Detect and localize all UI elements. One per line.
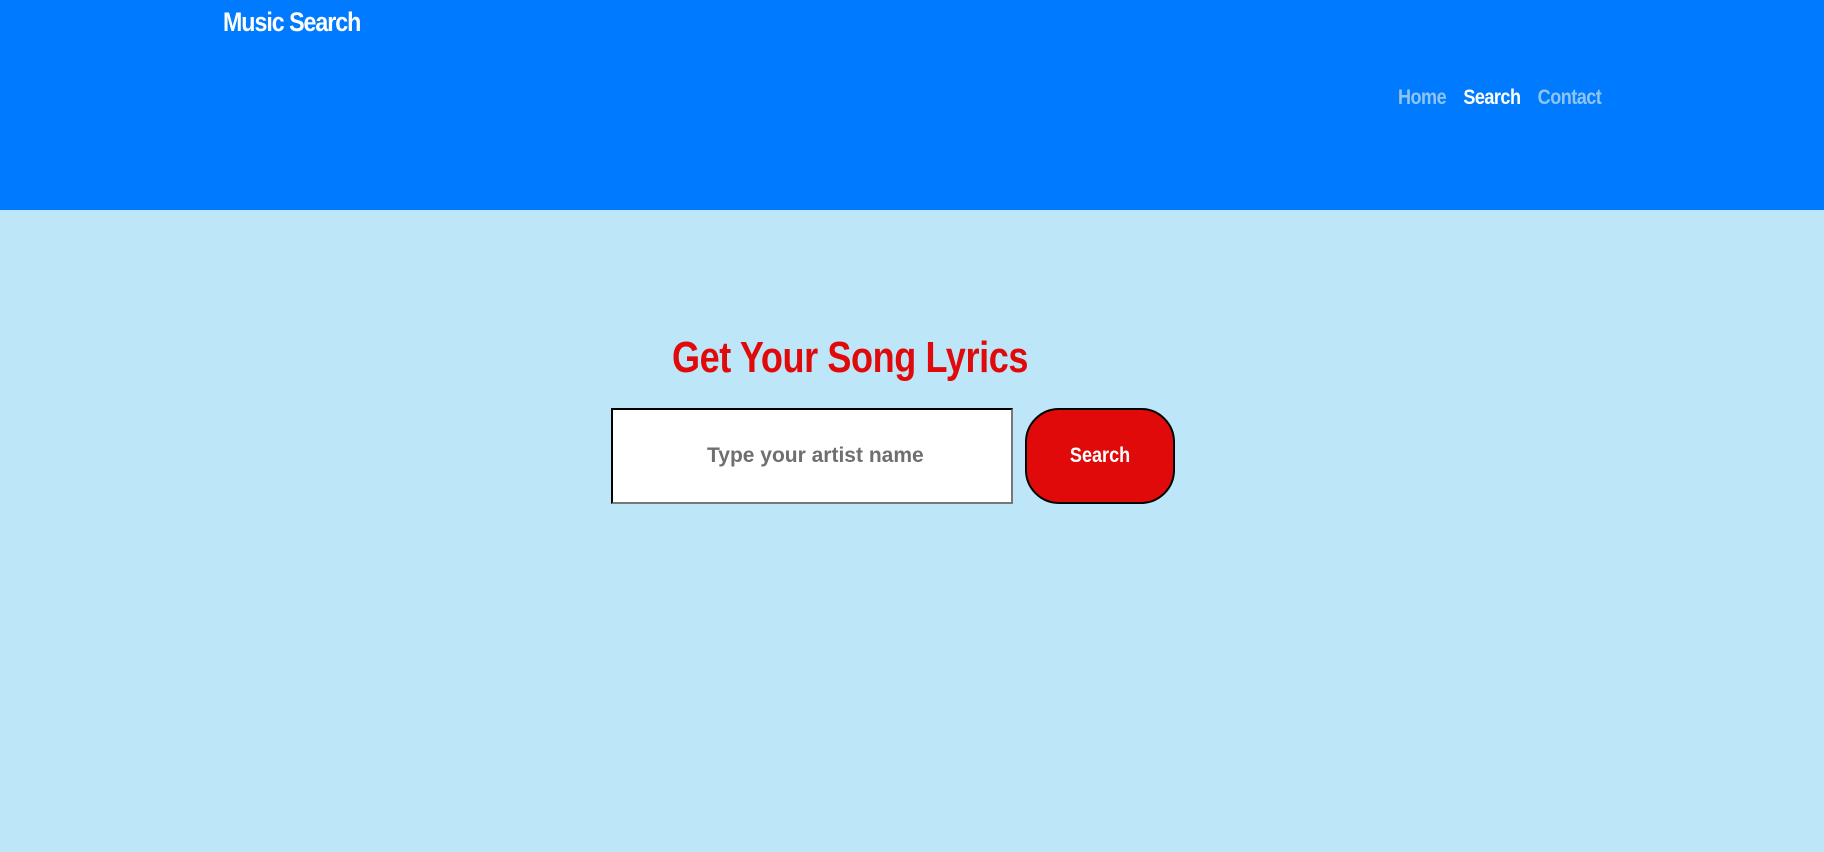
page-title: Get Your Song Lyrics xyxy=(672,333,1029,382)
search-button[interactable]: Search xyxy=(1025,408,1175,504)
nav-search[interactable]: Search xyxy=(1463,86,1521,110)
search-button-label: Search xyxy=(1069,444,1131,467)
nav-home[interactable]: Home xyxy=(1398,86,1447,110)
site-header: Music Search Home Search Contact xyxy=(0,0,1824,210)
brand-logo[interactable]: Music Search xyxy=(223,7,361,38)
nav-contact[interactable]: Contact xyxy=(1538,86,1602,110)
main-nav: Home Search Contact xyxy=(1398,86,1602,110)
artist-search-input[interactable] xyxy=(611,408,1013,504)
